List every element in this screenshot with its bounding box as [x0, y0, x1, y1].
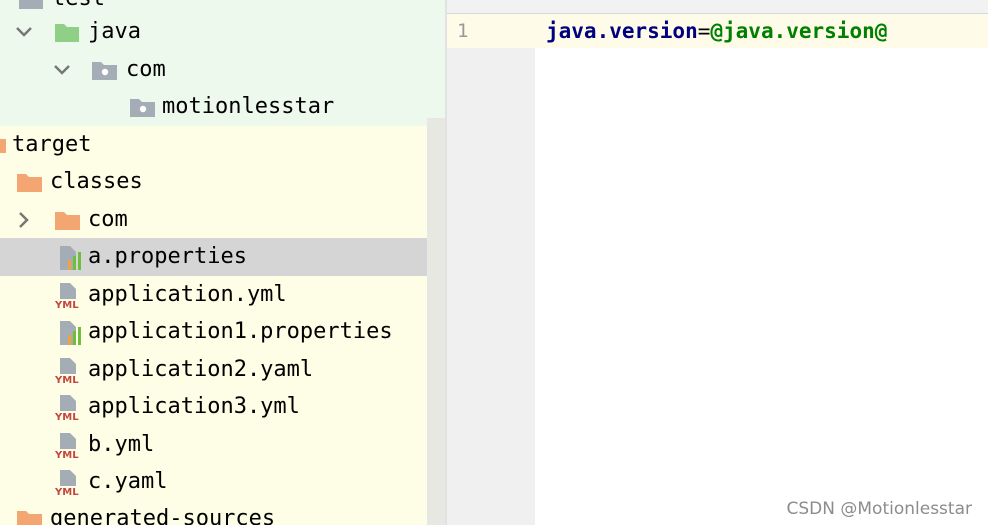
tree-item-label: application1.properties: [88, 319, 393, 344]
package-icon: [130, 99, 155, 117]
property-value: @java.version@: [710, 19, 888, 43]
svg-text:YML: YML: [54, 450, 79, 460]
line-number-gutter: 1: [447, 14, 535, 525]
tree-item-label: c.yaml: [88, 469, 168, 494]
editor-tab-strip: [447, 0, 988, 14]
tree-item-generated-sources[interactable]: generated-sources: [0, 500, 445, 525]
svg-text:YML: YML: [54, 487, 79, 497]
yml-file-icon: YML: [54, 433, 79, 460]
line-number: 1: [457, 20, 469, 42]
tree-item-label: com: [126, 57, 166, 82]
tree-item-target[interactable]: target: [0, 126, 445, 164]
tree-item-label: classes: [50, 169, 143, 194]
yml-file-icon: YML: [54, 358, 79, 385]
tree-item-motionlesstar[interactable]: motionlesstar: [0, 88, 445, 126]
tree-item-label: motionlesstar: [162, 94, 335, 119]
tree-item-com-package[interactable]: com: [0, 51, 445, 89]
tree-item-label: b.yml: [88, 432, 155, 457]
folder-excluded-icon: [17, 174, 42, 192]
properties-file-icon: [60, 321, 81, 345]
folder-excluded-icon: [17, 511, 42, 525]
tree-item-classes[interactable]: classes: [0, 163, 445, 201]
chevron-right-icon[interactable]: [14, 210, 34, 230]
property-key: java.version: [546, 19, 698, 43]
tree-item-label: application2.yaml: [88, 357, 314, 382]
tree-item-com-folder[interactable]: com: [0, 201, 445, 239]
package-icon: [92, 62, 117, 80]
tree-item-label: java: [88, 19, 141, 44]
project-tree: test java com motionlesstar: [0, 0, 445, 525]
chevron-down-icon[interactable]: [14, 22, 34, 42]
folder-icon: [19, 0, 43, 9]
folder-excluded-icon: [0, 139, 6, 153]
yml-file-icon: YML: [54, 395, 79, 422]
svg-text:YML: YML: [54, 412, 79, 422]
tree-item-label: a.properties: [88, 244, 247, 269]
properties-file-icon: [60, 246, 81, 270]
tree-item-a-properties[interactable]: a.properties: [0, 238, 445, 276]
tree-item-java[interactable]: java: [0, 13, 445, 51]
code-line[interactable]: java.version=@java.version@: [546, 14, 887, 48]
tree-item-b-yml[interactable]: YML b.yml: [0, 426, 445, 464]
tree-item-application2-yaml[interactable]: YML application2.yaml: [0, 351, 445, 389]
tree-item-label: application.yml: [88, 282, 287, 307]
folder-excluded-icon: [55, 212, 80, 230]
property-separator: =: [697, 19, 711, 43]
tree-item-label: application3.yml: [88, 394, 300, 419]
yml-file-icon: YML: [54, 470, 79, 497]
tree-item-application3-yml[interactable]: YML application3.yml: [0, 388, 445, 426]
tree-item-c-yaml[interactable]: YML c.yaml: [0, 463, 445, 501]
chevron-down-icon[interactable]: [52, 60, 72, 80]
tree-item-label: com: [88, 207, 128, 232]
tree-item-application1-properties[interactable]: application1.properties: [0, 313, 445, 351]
svg-text:YML: YML: [54, 300, 79, 310]
yml-file-icon: YML: [54, 283, 79, 310]
watermark: CSDN @Motionlesstar: [786, 499, 972, 519]
svg-text:YML: YML: [54, 375, 79, 385]
code-editor[interactable]: java.version=@java.version@: [535, 14, 988, 525]
tree-item-label: target: [12, 132, 92, 157]
tree-item-label: generated-sources: [50, 506, 276, 525]
tree-item-application-yml[interactable]: YML application.yml: [0, 276, 445, 314]
source-folder-icon: [55, 24, 79, 42]
tree-scrollbar[interactable]: [427, 118, 445, 525]
